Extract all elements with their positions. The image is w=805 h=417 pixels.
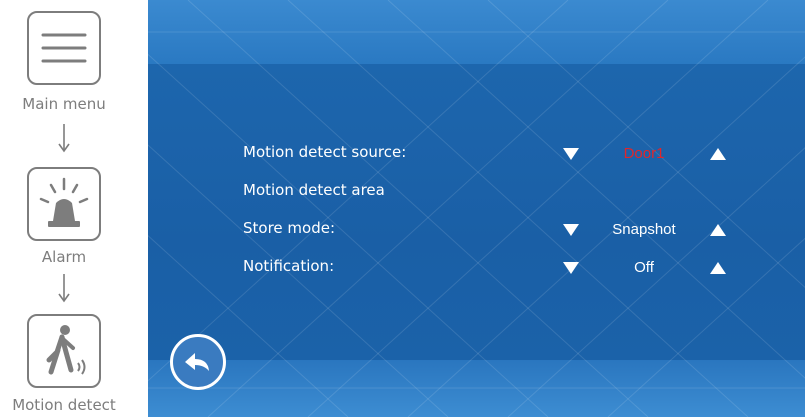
- motion-source-value: Door1: [623, 145, 665, 162]
- motion-detect-source-label: Motion detect source:: [243, 143, 407, 161]
- notification-decrease-button[interactable]: [563, 262, 579, 274]
- main-menu-step-box: [27, 11, 101, 85]
- main-menu-label: Main menu: [22, 95, 106, 113]
- alarm-step-box: [27, 167, 101, 241]
- store-mode-label: Store mode:: [243, 219, 336, 237]
- store-mode-increase-button[interactable]: [710, 224, 726, 236]
- settings-screen: Motion detect source: Door1 Motion detec…: [148, 0, 805, 417]
- walking-person-icon: [46, 325, 86, 375]
- motion-source-increase-button[interactable]: [710, 148, 726, 160]
- store-mode-decrease-button[interactable]: [563, 224, 579, 236]
- arrow-down-icon: [58, 124, 70, 153]
- motion-detect-area-item[interactable]: Motion detect area: [243, 181, 385, 199]
- back-button[interactable]: [170, 334, 226, 390]
- store-mode-value: Snapshot: [612, 221, 676, 238]
- notification-value: Off: [634, 259, 654, 276]
- arrow-down-icon: [58, 274, 70, 303]
- alarm-siren-icon: [39, 177, 89, 227]
- menu-icon: [41, 33, 87, 63]
- motion-detect-step-box: [27, 314, 101, 388]
- alarm-label: Alarm: [41, 248, 87, 266]
- notification-increase-button[interactable]: [710, 262, 726, 274]
- background-pattern: [148, 0, 805, 417]
- notification-label: Notification:: [243, 257, 335, 275]
- breadcrumb: Main menu Alarm Motion detect: [0, 0, 148, 417]
- motion-detect-label: Motion detect: [12, 396, 116, 414]
- motion-source-decrease-button[interactable]: [563, 148, 579, 160]
- back-arrow-icon: [185, 353, 209, 371]
